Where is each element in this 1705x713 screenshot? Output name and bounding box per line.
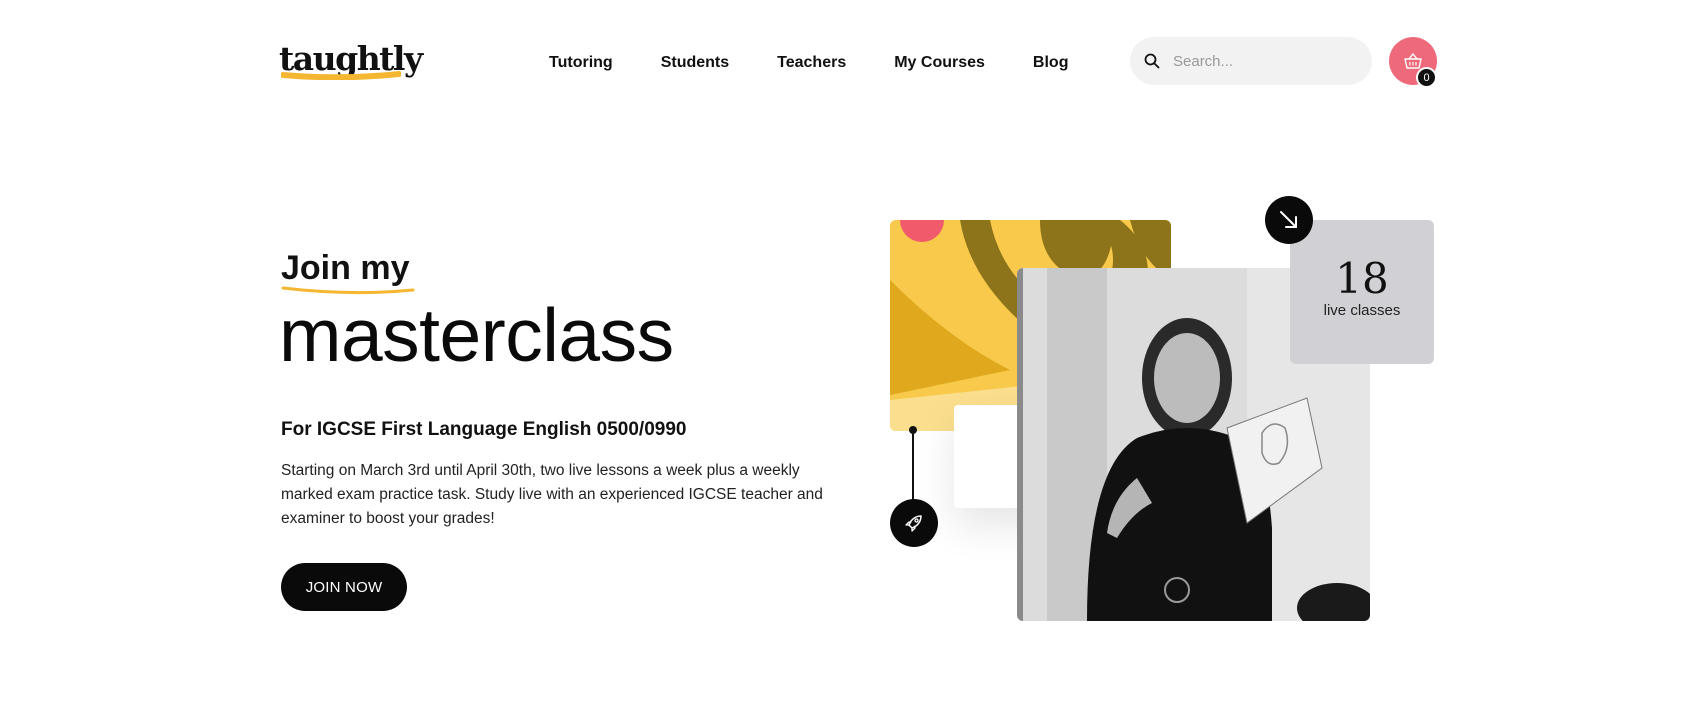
- hero-title: masterclass: [279, 293, 674, 377]
- scroll-down-button[interactable]: [1265, 196, 1313, 244]
- hero-description: Starting on March 3rd until April 30th, …: [281, 462, 823, 527]
- stat-number: 18: [1335, 254, 1389, 303]
- arrow-down-right-icon: [1280, 211, 1297, 228]
- nav-teachers[interactable]: Teachers: [777, 53, 846, 73]
- search-box[interactable]: [1130, 37, 1372, 85]
- rocket-icon: [905, 515, 922, 532]
- logo-underline: [281, 71, 401, 80]
- nav-students[interactable]: Students: [661, 53, 729, 73]
- hero-eyebrow: Join my: [281, 249, 410, 287]
- search-input[interactable]: [1173, 52, 1353, 70]
- search-icon: [1144, 53, 1160, 69]
- hero-subtitle: For IGCSE First Language English 0500/09…: [281, 419, 687, 440]
- basket-icon: [1404, 53, 1422, 69]
- cart-count-badge: 0: [1416, 67, 1437, 88]
- rocket-button[interactable]: [890, 499, 938, 547]
- main-nav: Tutoring Students Teachers My Courses Bl…: [549, 53, 1116, 73]
- stat-label: live classes: [1323, 302, 1401, 319]
- join-now-button[interactable]: JOIN NOW: [281, 563, 407, 611]
- connector-line: [912, 431, 914, 501]
- nav-tutoring[interactable]: Tutoring: [549, 53, 613, 73]
- nav-blog[interactable]: Blog: [1033, 53, 1069, 73]
- nav-my-courses[interactable]: My Courses: [894, 53, 985, 73]
